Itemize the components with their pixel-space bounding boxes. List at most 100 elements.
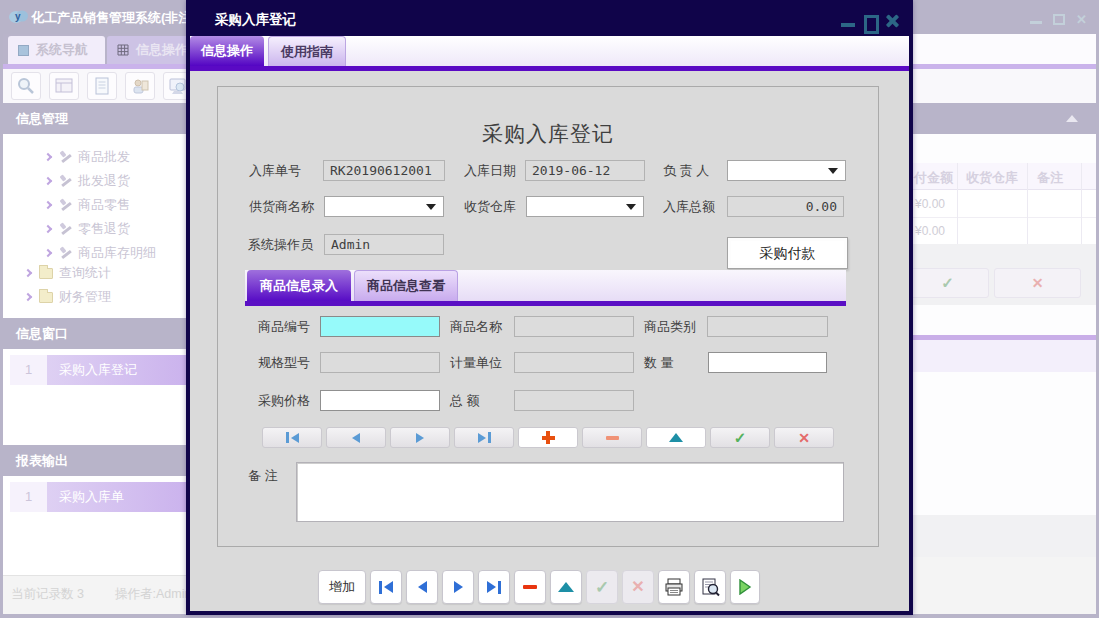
- manager-label: 负 责 人: [663, 160, 709, 181]
- unit-label: 计量单位: [450, 352, 502, 373]
- check-icon: ✓: [595, 579, 609, 596]
- bg-confirm-button[interactable]: ✓: [906, 268, 989, 298]
- chevron-right-icon: [24, 293, 32, 301]
- sidebar-item-goods-wholesale[interactable]: 商品批发: [3, 145, 186, 169]
- preview-icon: [701, 578, 720, 597]
- chevron-right-icon: [44, 201, 52, 209]
- print-icon: [664, 578, 684, 596]
- toolbar-document-button[interactable]: [87, 72, 117, 100]
- form-title: 采购入库登记: [218, 120, 878, 148]
- product-category-label: 商品类别: [644, 316, 696, 337]
- monitor-icon: [169, 78, 187, 95]
- bg-cell-amount-1: ¥0.00: [915, 197, 945, 211]
- post-button[interactable]: ✓: [586, 570, 618, 604]
- info-window-item-label: 采购入库登记: [47, 355, 186, 385]
- preview-button[interactable]: [694, 570, 726, 604]
- product-name-field: [514, 316, 634, 337]
- tool-icon: [59, 175, 72, 188]
- product-code-field[interactable]: [320, 316, 440, 337]
- info-window-item[interactable]: 1 采购入库登记: [10, 355, 186, 385]
- dialog-minimize-icon[interactable]: [841, 23, 855, 27]
- product-category-field: [707, 316, 828, 337]
- grid-icon: [117, 44, 129, 56]
- warehouse-select[interactable]: [526, 196, 644, 217]
- price-field[interactable]: [320, 390, 440, 411]
- product-tab-view[interactable]: 商品信息查看: [354, 270, 458, 301]
- order-no-label: 入库单号: [249, 160, 301, 181]
- tool-icon: [59, 151, 72, 164]
- cancel-button[interactable]: ✕: [622, 570, 654, 604]
- toolbar-search-button[interactable]: [11, 72, 41, 100]
- app-close-icon[interactable]: ✕: [1076, 13, 1087, 26]
- nav-post-button[interactable]: ✓: [710, 427, 770, 448]
- dialog-tab-user-guide[interactable]: 使用指南: [268, 36, 346, 66]
- purchase-payment-button[interactable]: 采购付款: [727, 237, 848, 269]
- nav-next-button[interactable]: [390, 427, 450, 448]
- first-icon: [286, 432, 289, 443]
- sidebar-item-wholesale-return[interactable]: 批发退货: [3, 169, 186, 193]
- bg-cell-amount-2: ¥0.00: [915, 224, 945, 238]
- remark-textarea[interactable]: [296, 462, 844, 522]
- record-navigator: ✓ ✕: [218, 427, 878, 449]
- bg-cancel-button[interactable]: ✕: [994, 268, 1081, 298]
- nav-edit-button[interactable]: [646, 427, 706, 448]
- nav-prev-button[interactable]: [326, 427, 386, 448]
- nav-delete-button[interactable]: [582, 427, 642, 448]
- remark-label: 备 注: [248, 465, 278, 486]
- next-button[interactable]: [442, 570, 474, 604]
- dialog-tab-info-operation[interactable]: 信息操作: [190, 36, 264, 66]
- tab-system-nav[interactable]: 系统导航: [8, 36, 105, 64]
- dropdown-arrow-icon: [828, 168, 838, 174]
- add-button[interactable]: 增加: [318, 570, 366, 604]
- tool-icon: [59, 199, 72, 212]
- edit-icon: [669, 433, 683, 442]
- sidebar-item-query-statistics[interactable]: 查询统计: [3, 261, 186, 285]
- system-nav-icon: [18, 45, 29, 56]
- toolbar-cards-button[interactable]: [49, 72, 79, 100]
- nav-last-button[interactable]: [454, 427, 514, 448]
- prev-icon: [352, 433, 360, 443]
- run-button[interactable]: [730, 570, 760, 604]
- print-button[interactable]: [658, 570, 690, 604]
- operator-label: 系统操作员: [248, 234, 313, 255]
- dialog-close-icon[interactable]: [885, 14, 900, 28]
- report-output-item-index: 1: [10, 482, 47, 512]
- sidebar-item-finance-management[interactable]: 财务管理: [3, 285, 186, 309]
- chevron-right-icon: [44, 177, 52, 185]
- app-maximize-icon[interactable]: [1053, 14, 1065, 25]
- supplier-select[interactable]: [324, 196, 444, 217]
- dialog-maximize-icon[interactable]: [864, 15, 879, 28]
- report-output-item-label: 采购入库单: [47, 482, 186, 512]
- order-no-field: RK20190612001: [323, 160, 445, 181]
- collapse-arrow-icon[interactable]: [1066, 115, 1078, 122]
- chevron-right-icon: [24, 269, 32, 277]
- search-icon: [17, 77, 35, 95]
- report-output-item[interactable]: 1 采购入库单: [10, 482, 186, 512]
- sidebar-item-retail-return[interactable]: 零售退货: [3, 217, 186, 241]
- product-code-label: 商品编号: [258, 316, 310, 337]
- bg-col-divider: [1081, 163, 1082, 244]
- last-button[interactable]: [478, 570, 510, 604]
- nav-cancel-button[interactable]: ✕: [774, 427, 834, 448]
- manager-select[interactable]: [727, 160, 846, 181]
- check-icon: ✓: [941, 274, 954, 291]
- prev-button[interactable]: [406, 570, 438, 604]
- nav-insert-button[interactable]: [518, 427, 578, 448]
- delete-button[interactable]: [514, 570, 546, 604]
- toolbar-user-button[interactable]: [125, 72, 155, 100]
- next-icon: [454, 581, 463, 593]
- dropdown-arrow-icon: [426, 204, 436, 210]
- edit-button[interactable]: [550, 570, 582, 604]
- sidebar-item-goods-retail[interactable]: 商品零售: [3, 193, 186, 217]
- nav-first-button[interactable]: [262, 427, 322, 448]
- product-tab-entry[interactable]: 商品信息录入: [247, 270, 351, 301]
- price-label: 采购价格: [258, 390, 310, 411]
- qty-field[interactable]: [708, 352, 827, 373]
- minus-icon: [606, 436, 619, 440]
- app-minimize-icon[interactable]: [1030, 21, 1042, 24]
- dialog-purchase-entry: 采购入库登记 信息操作 使用指南 采购入库登记 入库单号 RK201906120…: [186, 0, 913, 615]
- product-name-label: 商品名称: [450, 316, 502, 337]
- first-button[interactable]: [370, 570, 402, 604]
- bg-col-remark: 备注: [1037, 169, 1063, 187]
- cross-icon: ✕: [798, 431, 810, 445]
